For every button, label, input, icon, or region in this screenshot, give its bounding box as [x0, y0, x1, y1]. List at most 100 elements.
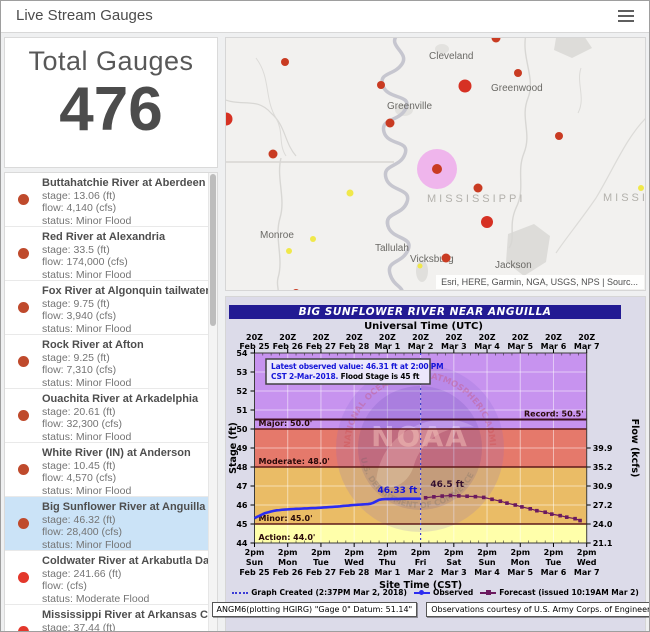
map-gauge-dot[interactable]: [442, 254, 451, 263]
svg-text:Mar 7: Mar 7: [574, 568, 600, 577]
forecast-point-marker: [578, 519, 582, 523]
svg-text:21.1: 21.1: [593, 539, 613, 548]
svg-text:20Z: 20Z: [445, 333, 462, 342]
map-gauge-dot[interactable]: [377, 81, 385, 89]
map-city-label: Tallulah: [375, 243, 409, 254]
svg-text:Wed: Wed: [577, 558, 597, 567]
svg-text:Tue: Tue: [313, 558, 329, 567]
svg-text:2pm: 2pm: [577, 548, 597, 557]
svg-text:Mar 3: Mar 3: [441, 568, 467, 577]
svg-text:35.2: 35.2: [593, 463, 613, 472]
svg-text:Feb 28: Feb 28: [339, 568, 370, 577]
svg-text:Mar 2: Mar 2: [408, 342, 434, 351]
svg-text:20Z: 20Z: [578, 333, 595, 342]
map-city-label: Cleveland: [429, 51, 473, 62]
gauge-status: status: Minor Flood: [42, 215, 204, 227]
forecast-point-marker: [565, 515, 569, 519]
map-gauge-dot[interactable]: [292, 289, 300, 290]
svg-text:20Z: 20Z: [279, 333, 296, 342]
gauge-list-item[interactable]: Rock River at Aftonstage: 9.25 (ft)flow:…: [5, 335, 208, 389]
gauge-list-item[interactable]: Mississippi River at Arkansas Citystage:…: [5, 605, 208, 632]
svg-text:Mar 1: Mar 1: [375, 342, 401, 351]
map-gauge-dot[interactable]: [269, 150, 278, 159]
gauge-status: status: Minor Flood: [42, 377, 204, 389]
svg-text:Mar 2: Mar 2: [408, 568, 434, 577]
map-gauge-dot[interactable]: [514, 69, 522, 77]
forecast-point-marker: [457, 494, 461, 498]
gauge-stage: stage: 9.25 (ft): [42, 352, 204, 364]
gauge-list-item[interactable]: Ouachita River at Arkadelphiastage: 20.6…: [5, 389, 208, 443]
svg-text:2pm: 2pm: [411, 548, 431, 557]
map-city-label: Monroe: [260, 230, 294, 241]
svg-text:Fri: Fri: [415, 558, 427, 567]
forecast-point-marker: [474, 495, 478, 499]
forecast-marker: [480, 592, 496, 594]
map-gauge-dot[interactable]: [459, 80, 472, 93]
forecast-point-marker: [573, 517, 577, 521]
svg-text:2pm: 2pm: [510, 548, 530, 557]
forecast-point-marker: [528, 507, 532, 511]
map-gauge-dot[interactable]: [226, 113, 233, 126]
svg-text:20Z: 20Z: [379, 333, 396, 342]
gauge-status: status: Minor Flood: [42, 269, 204, 281]
forecast-point-marker: [499, 499, 503, 503]
observations-credit-note: Observations courtesy of U.S. Army Corps…: [426, 602, 650, 617]
svg-text:Tue: Tue: [546, 558, 562, 567]
svg-text:2pm: 2pm: [344, 548, 364, 557]
svg-text:20Z: 20Z: [412, 333, 429, 342]
map-gauge-dot[interactable]: [492, 38, 501, 43]
map-gauge-dot[interactable]: [481, 216, 493, 228]
hamburger-menu-icon[interactable]: [616, 7, 636, 25]
flood-band-label: Moderate: 48.0': [259, 457, 330, 466]
map-gauge-dot[interactable]: [281, 58, 289, 66]
svg-text:2pm: 2pm: [477, 548, 497, 557]
svg-text:Mar 7: Mar 7: [574, 342, 600, 351]
chart-title: BIG SUNFLOWER RIVER NEAR ANGUILLA: [229, 305, 621, 319]
gauge-name: White River (IN) at Anderson: [42, 447, 204, 460]
gauge-status-dot: [18, 626, 29, 632]
map-panel[interactable]: ClevelandGreenwoodGreenvilleMonroeTallul…: [225, 37, 646, 291]
scrollbar-thumb[interactable]: [210, 174, 216, 326]
gauge-list-item[interactable]: Coldwater River at Arkabutla Damstage: 2…: [5, 551, 208, 605]
map-gauge-dot[interactable]: [474, 184, 483, 193]
gauge-list-item[interactable]: Red River at Alexandriastage: 33.5 (ft)f…: [5, 227, 208, 281]
gauge-list-item[interactable]: Fox River at Algonquin tailwaterstage: 9…: [5, 281, 208, 335]
map-gauge-dot[interactable]: [347, 190, 354, 197]
svg-text:Mar 4: Mar 4: [474, 342, 500, 351]
forecast-point-marker: [482, 496, 486, 500]
gage-datum-note: ANGM6(plotting HGIRG) "Gage 0" Datum: 51…: [212, 602, 418, 617]
gauge-stage: stage: 13.06 (ft): [42, 190, 204, 202]
map-gauge-dot[interactable]: [386, 119, 395, 128]
forecast-point-marker: [558, 514, 562, 518]
gauge-status: status: Minor Flood: [42, 485, 204, 497]
gauge-flow: flow: 28,400 (cfs): [42, 526, 204, 538]
gauge-stage: stage: 46.32 (ft): [42, 514, 204, 526]
gauge-list-item[interactable]: White River (IN) at Andersonstage: 10.45…: [5, 443, 208, 497]
map-gauge-dot[interactable]: [310, 236, 316, 242]
svg-text:2pm: 2pm: [378, 548, 398, 557]
gauge-name: Ouachita River at Arkadelphia: [42, 393, 204, 406]
map-gauge-dot[interactable]: [555, 132, 563, 140]
svg-text:53: 53: [236, 368, 247, 377]
map-canvas[interactable]: ClevelandGreenwoodGreenvilleMonroeTallul…: [226, 38, 645, 290]
map-gauge-dot[interactable]: [286, 248, 292, 254]
svg-text:Feb 26: Feb 26: [273, 342, 304, 351]
svg-text:44: 44: [236, 539, 248, 548]
gauge-name: Red River at Alexandria: [42, 231, 204, 244]
svg-text:Mar 4: Mar 4: [474, 568, 500, 577]
map-gauge-dot[interactable]: [638, 185, 644, 191]
gauge-list-item[interactable]: Buttahatchie River at Aberdeenstage: 13.…: [5, 173, 208, 227]
map-city-label: Greenville: [387, 101, 432, 112]
svg-text:Feb 28: Feb 28: [339, 342, 370, 351]
svg-text:Wed: Wed: [344, 558, 364, 567]
gauge-stage: stage: 33.5 (ft): [42, 244, 204, 256]
gauge-list-item[interactable]: Big Sunflower River at Anguillastage: 46…: [5, 497, 208, 551]
selected-gauge-dot[interactable]: [432, 164, 442, 174]
svg-text:Feb 27: Feb 27: [306, 342, 336, 351]
gauge-flow: flow: 4,570 (cfs): [42, 472, 204, 484]
gauge-flow: flow: 174,000 (cfs): [42, 256, 204, 268]
map-gauge-dot[interactable]: [418, 264, 423, 269]
svg-text:Latest observed value: 46.31 f: Latest observed value: 46.31 ft at 2:00 …: [271, 362, 443, 371]
list-scrollbar[interactable]: [208, 173, 217, 631]
svg-text:Thu: Thu: [379, 558, 396, 567]
